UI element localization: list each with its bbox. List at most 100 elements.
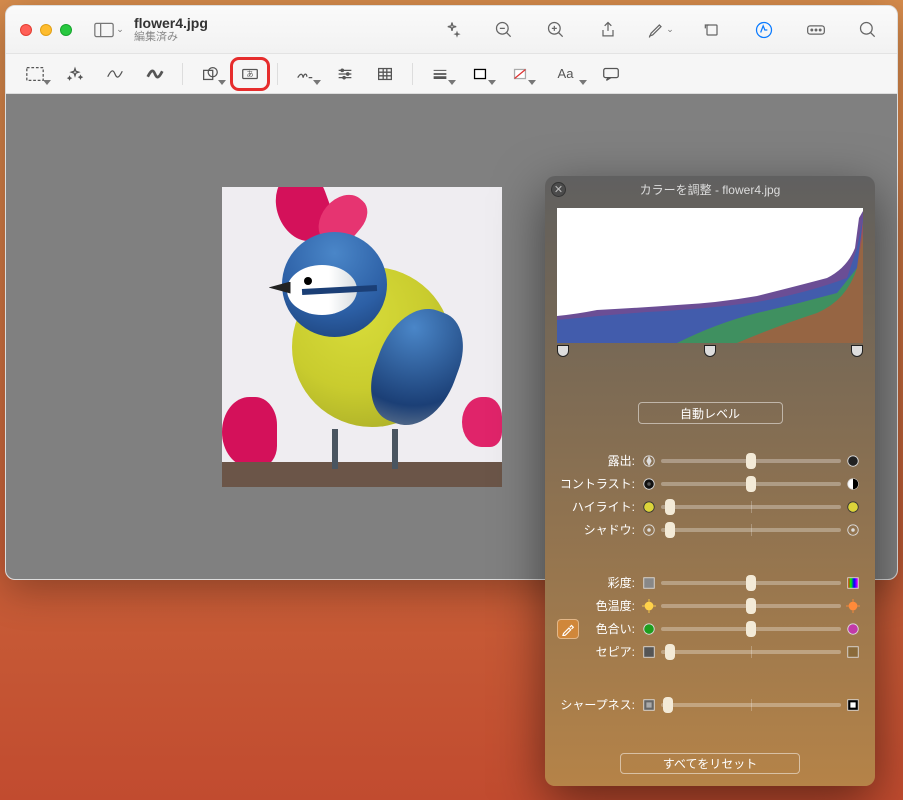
slider-track[interactable] [661, 482, 841, 486]
slider-label: シャープネス: [557, 696, 639, 713]
sh-dot-icon [641, 522, 657, 538]
file-subtitle: 編集済み [134, 31, 208, 44]
sepia-on-icon [845, 644, 861, 660]
slider-knob[interactable] [665, 499, 675, 515]
slider-label: 彩度: [557, 574, 639, 591]
slider-track[interactable] [661, 581, 841, 585]
crop-tool[interactable] [368, 60, 402, 88]
border-color-tool[interactable] [463, 60, 497, 88]
slider-knob[interactable] [746, 621, 756, 637]
file-name: flower4.jpg [134, 15, 208, 31]
contrast-low-icon [641, 476, 657, 492]
selection-tool[interactable] [18, 60, 52, 88]
slider-knob[interactable] [746, 476, 756, 492]
sepia-off-icon [641, 644, 657, 660]
tint-green-icon [641, 621, 657, 637]
minimize-window[interactable] [40, 24, 52, 36]
markup-toolbar-toggle[interactable] [749, 15, 779, 45]
slider-undefined: シャープネス: [557, 693, 863, 716]
slider-track[interactable] [661, 627, 841, 631]
slider-track[interactable] [661, 459, 841, 463]
markup-pencil-icon[interactable]: ⌄ [645, 15, 675, 45]
slider-label: 露出: [557, 452, 639, 469]
annotate-tool[interactable] [594, 60, 628, 88]
slider-track[interactable] [661, 650, 841, 654]
slider-label: 色合い: [583, 620, 639, 637]
titlebar-actions: ⌄ [437, 15, 883, 45]
sparkle-icon[interactable] [437, 15, 467, 45]
markup-toolbar: あ Aa [6, 54, 897, 94]
tint-magenta-icon [845, 621, 861, 637]
slider-temperature: 色温度: [557, 594, 863, 617]
aperture-open-icon [641, 453, 657, 469]
adjust-color-panel: ✕ カラーを調整 - flower4.jpg 自動レベル 露出: コントラスト: ハ… [545, 176, 875, 786]
sign-tool[interactable] [288, 60, 322, 88]
slider-exposure: 露出: [557, 449, 863, 472]
eyedropper-button[interactable] [557, 619, 579, 639]
slider-knob[interactable] [663, 697, 673, 713]
font-style-tool[interactable]: Aa [543, 60, 588, 88]
close-window[interactable] [20, 24, 32, 36]
slider-saturation: 彩度: [557, 571, 863, 594]
text-box-tool[interactable]: あ [233, 60, 267, 88]
sketch-tool[interactable] [98, 60, 132, 88]
contrast-high-icon [845, 476, 861, 492]
slider-label: シャドウ: [557, 521, 639, 538]
temp-cold-icon [641, 598, 657, 614]
sharpness-row-container: シャープネス: [545, 693, 875, 716]
sat-gray-icon [641, 575, 657, 591]
shapes-tool[interactable] [193, 60, 227, 88]
hl-yellow-icon [845, 499, 861, 515]
sh-dot-icon [845, 522, 861, 538]
slider-label: ハイライト: [557, 498, 639, 515]
panel-title-text: カラーを調整 - flower4.jpg [545, 181, 875, 198]
info-icon[interactable] [801, 15, 831, 45]
aperture-closed-icon [845, 453, 861, 469]
slider-highlights: ハイライト: [557, 495, 863, 518]
slider-label: コントラスト: [557, 475, 639, 492]
titlebar: ⌄ flower4.jpg 編集済み ⌄ [6, 6, 897, 54]
adjust-color-tool[interactable] [328, 60, 362, 88]
auto-levels-button[interactable]: 自動レベル [638, 402, 783, 424]
slider-shadows: シャドウ: [557, 518, 863, 541]
zoom-window[interactable] [60, 24, 72, 36]
slider-track[interactable] [661, 604, 841, 608]
rotate-icon[interactable] [697, 15, 727, 45]
slider-knob[interactable] [746, 453, 756, 469]
slider-label: 色温度: [557, 597, 639, 614]
slider-track[interactable] [661, 703, 841, 707]
slider-knob[interactable] [665, 644, 675, 660]
slider-track[interactable] [661, 528, 841, 532]
histogram-handles [557, 345, 863, 357]
slider-knob[interactable] [665, 522, 675, 538]
traffic-lights [20, 24, 72, 36]
draw-tool[interactable] [138, 60, 172, 88]
fill-color-tool[interactable] [503, 60, 537, 88]
sharp-low-icon [641, 697, 657, 713]
instant-alpha-tool[interactable] [58, 60, 92, 88]
svg-text:あ: あ [246, 69, 253, 78]
zoom-in-icon[interactable] [541, 15, 571, 45]
slider-knob[interactable] [746, 575, 756, 591]
panel-titlebar: ✕ カラーを調整 - flower4.jpg [545, 176, 875, 202]
sidebar-toggle[interactable]: ⌄ [90, 16, 128, 44]
search-icon[interactable] [853, 15, 883, 45]
mid-point-handle[interactable] [704, 345, 716, 357]
temp-hot-icon [845, 598, 861, 614]
zoom-out-icon[interactable] [489, 15, 519, 45]
sharp-high-icon [845, 697, 861, 713]
slider-label: セピア: [557, 643, 639, 660]
slider-knob[interactable] [746, 598, 756, 614]
black-point-handle[interactable] [557, 345, 569, 357]
slider-tint: 色合い: [557, 617, 863, 640]
sat-color-icon [845, 575, 861, 591]
white-point-handle[interactable] [851, 345, 863, 357]
reset-all-button[interactable]: すべてをリセット [620, 753, 800, 774]
hl-yellow-icon [641, 499, 657, 515]
histogram[interactable] [557, 208, 863, 343]
line-style-tool[interactable] [423, 60, 457, 88]
slider-track[interactable] [661, 505, 841, 509]
sliders-group-1: 露出: コントラスト: ハイライト: シャドウ: [545, 449, 875, 541]
share-icon[interactable] [593, 15, 623, 45]
image-content [222, 187, 502, 487]
